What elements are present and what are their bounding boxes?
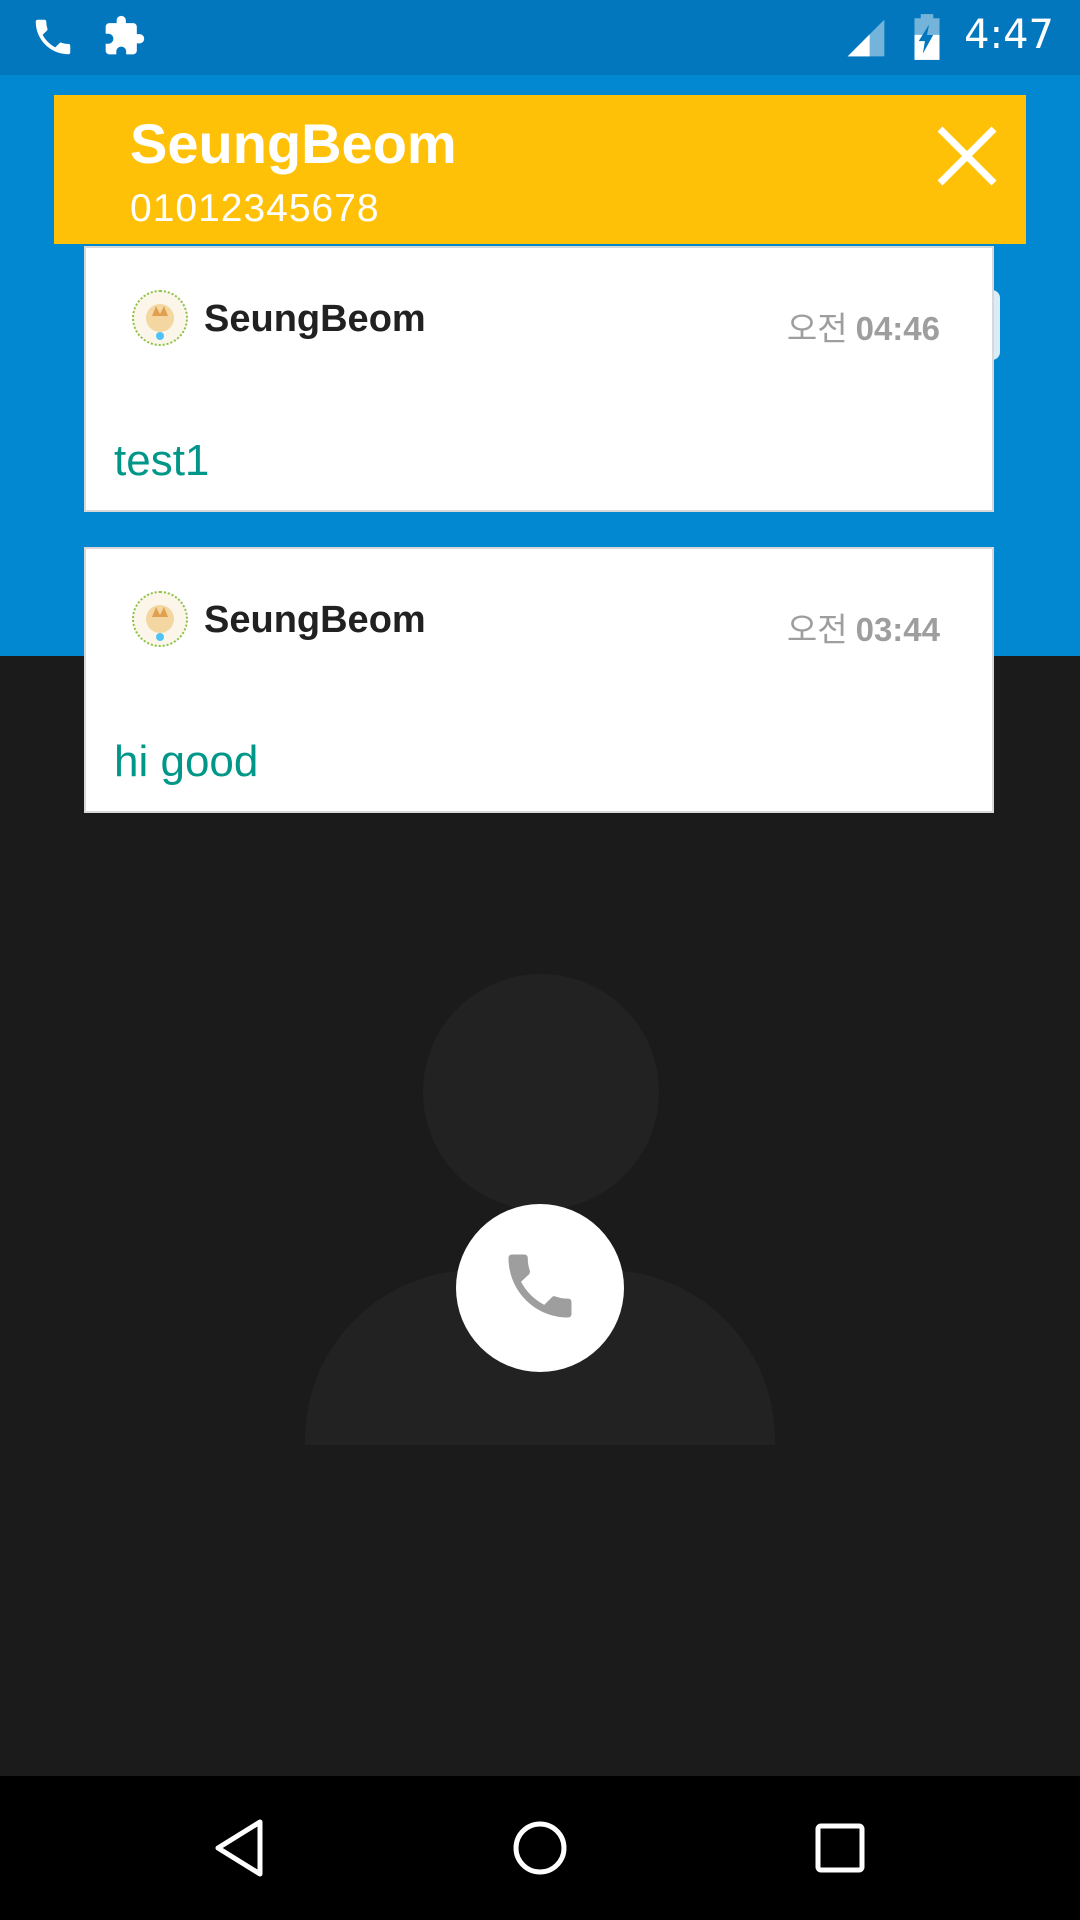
navigation-bar	[0, 1776, 1080, 1920]
avatar	[132, 290, 188, 346]
home-icon	[513, 1821, 567, 1875]
back-button[interactable]	[200, 1808, 280, 1888]
phone-icon	[498, 1244, 582, 1333]
message-sender: SeungBeom	[204, 298, 426, 340]
message-time: 오전 03:44	[786, 610, 940, 649]
close-icon	[937, 126, 997, 186]
recents-icon	[815, 1823, 865, 1873]
answer-call-button[interactable]	[456, 1204, 624, 1372]
close-button[interactable]	[932, 121, 1002, 191]
message-body: hi good	[114, 737, 259, 786]
caller-banner: SeungBeom 01012345678	[54, 95, 1026, 244]
phone-icon	[30, 14, 76, 65]
message-card[interactable]: SeungBeom 오전 04:46 test1	[84, 246, 994, 512]
caller-name: SeungBeom	[130, 112, 457, 175]
puzzle-icon	[102, 14, 146, 63]
signal-icon	[844, 16, 888, 65]
caller-number: 01012345678	[130, 187, 380, 230]
message-card[interactable]: SeungBeom 오전 03:44 hi good	[84, 547, 994, 813]
status-time: 4:47	[964, 12, 1054, 58]
home-button[interactable]	[500, 1808, 580, 1888]
battery-charging-icon	[908, 12, 946, 67]
avatar	[132, 591, 188, 647]
message-body: test1	[114, 436, 210, 485]
caller-photo-placeholder	[423, 974, 659, 1210]
message-sender: SeungBeom	[204, 599, 426, 641]
incoming-call-screen: 4:47 ◖ • ••• ॥ SeungBeom 01012345678	[0, 0, 1080, 1920]
back-icon	[215, 1819, 263, 1877]
recents-button[interactable]	[800, 1808, 880, 1888]
status-bar: 4:47	[0, 0, 1080, 75]
message-time: 오전 04:46	[786, 309, 940, 348]
